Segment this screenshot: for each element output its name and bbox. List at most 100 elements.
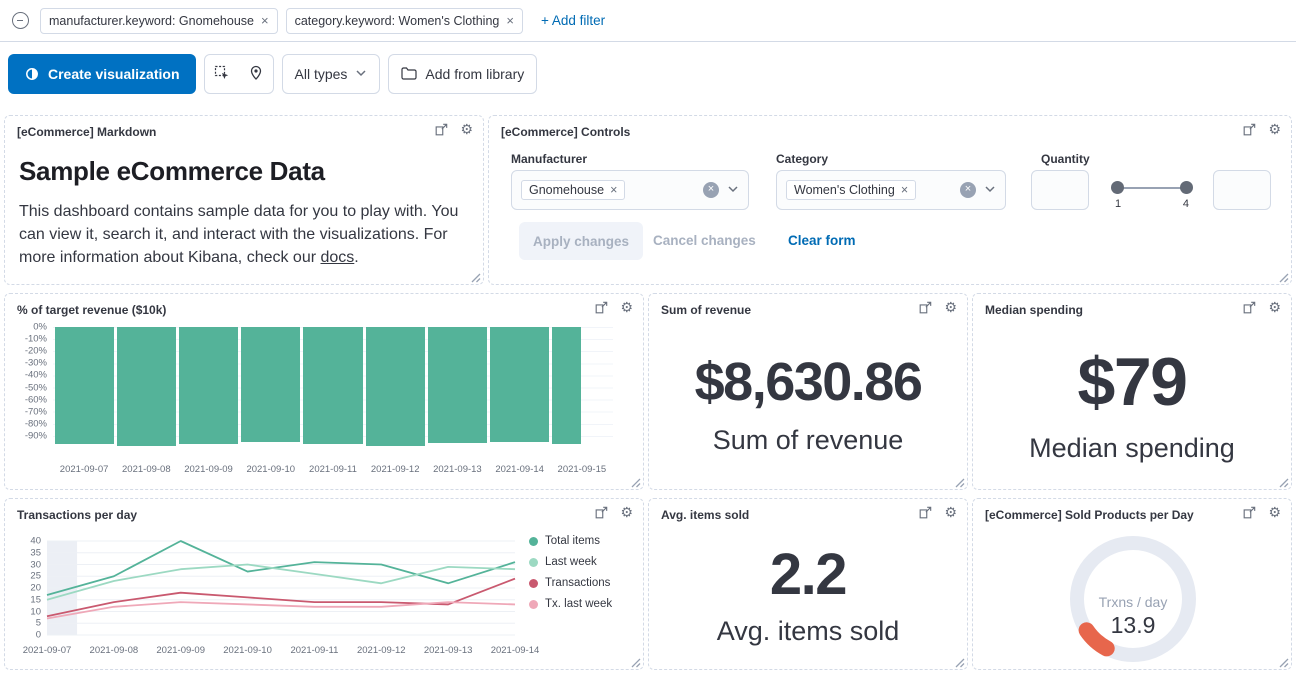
panel-type-button-group bbox=[204, 54, 274, 94]
legend-dot-icon bbox=[529, 600, 538, 609]
gauge-value: 13.9 bbox=[1111, 612, 1156, 638]
bar[interactable] bbox=[117, 327, 176, 446]
chevron-down-icon[interactable] bbox=[727, 183, 739, 198]
bar[interactable] bbox=[55, 327, 114, 444]
manufacturer-selected-pill[interactable]: Gnomehouse × bbox=[521, 180, 625, 200]
x-axis-label: 2021-09-11 bbox=[302, 464, 364, 475]
save-to-library-icon[interactable] bbox=[1242, 301, 1256, 315]
y-axis-label: 10 bbox=[30, 606, 41, 617]
save-to-library-icon[interactable] bbox=[434, 123, 448, 137]
panel-resize-handle[interactable] bbox=[469, 271, 481, 283]
bar[interactable] bbox=[490, 327, 549, 442]
filter-pill-manufacturer[interactable]: manufacturer.keyword: Gnomehouse × bbox=[40, 8, 278, 34]
save-to-library-icon[interactable] bbox=[594, 506, 608, 520]
save-to-library-icon[interactable] bbox=[594, 301, 608, 315]
clear-selection-icon[interactable]: × bbox=[703, 182, 719, 198]
legend-item[interactable]: Tx. last week bbox=[529, 598, 612, 610]
add-from-library-button[interactable]: Add from library bbox=[388, 54, 537, 94]
bar-plot bbox=[53, 327, 613, 448]
panel-avg-items[interactable]: Avg. items sold ⚙ 2.2 Avg. items sold bbox=[648, 498, 968, 670]
create-visualization-button[interactable]: Create visualization bbox=[8, 54, 196, 94]
y-axis-label: -40% bbox=[25, 370, 47, 381]
bar[interactable] bbox=[303, 327, 362, 444]
add-filter-link[interactable]: + Add filter bbox=[541, 13, 605, 28]
panel-resize-handle[interactable] bbox=[953, 476, 965, 488]
legend-item[interactable]: Last week bbox=[529, 556, 612, 568]
panel-resize-handle[interactable] bbox=[1277, 271, 1289, 283]
panel-resize-handle[interactable] bbox=[953, 656, 965, 668]
category-selected-pill[interactable]: Women's Clothing × bbox=[786, 180, 916, 200]
bar[interactable] bbox=[366, 327, 425, 446]
x-axis-label: 2021-09-13 bbox=[426, 464, 488, 475]
add-map-button[interactable] bbox=[239, 55, 273, 93]
remove-option-icon[interactable]: × bbox=[610, 183, 617, 197]
panel-settings-gear-icon[interactable]: ⚙ bbox=[1268, 505, 1281, 520]
x-axis-label: 2021-09-14 bbox=[489, 464, 551, 475]
slider-handle-max[interactable] bbox=[1180, 181, 1193, 194]
panel-resize-handle[interactable] bbox=[1277, 656, 1289, 668]
legend-item[interactable]: Total items bbox=[529, 535, 612, 547]
panel-settings-gear-icon[interactable]: ⚙ bbox=[620, 300, 633, 315]
line-ylabels: 0510152025303540 bbox=[9, 541, 41, 635]
quantity-min-input[interactable] bbox=[1031, 170, 1089, 210]
panel-settings-gear-icon[interactable]: ⚙ bbox=[1268, 300, 1281, 315]
manufacturer-combobox[interactable]: Gnomehouse × × bbox=[511, 170, 749, 210]
panel-resize-handle[interactable] bbox=[629, 476, 641, 488]
legend-dot-icon bbox=[529, 558, 538, 567]
panel-title: % of target revenue ($10k) bbox=[17, 303, 166, 317]
x-axis-label: 2021-09-09 bbox=[177, 464, 239, 475]
panel-sum-revenue[interactable]: Sum of revenue ⚙ $8,630.86 Sum of revenu… bbox=[648, 293, 968, 490]
line-series-transactions[interactable] bbox=[47, 579, 515, 617]
x-axis-label: 2021-09-14 bbox=[491, 645, 540, 656]
clear-form-link[interactable]: Clear form bbox=[788, 233, 856, 248]
slider-handle-min[interactable] bbox=[1111, 181, 1124, 194]
legend-item[interactable]: Transactions bbox=[529, 577, 612, 589]
remove-option-icon[interactable]: × bbox=[901, 183, 908, 197]
panel-settings-gear-icon[interactable]: ⚙ bbox=[1268, 122, 1281, 137]
bar[interactable] bbox=[179, 327, 238, 444]
quantity-max-input[interactable] bbox=[1213, 170, 1271, 210]
gauge-indicator bbox=[1087, 630, 1107, 648]
save-to-library-icon[interactable] bbox=[918, 506, 932, 520]
remove-filter-icon[interactable]: × bbox=[261, 13, 269, 28]
all-types-dropdown[interactable]: All types bbox=[282, 54, 381, 94]
x-axis-label: 2021-09-15 bbox=[551, 464, 613, 475]
legend-label: Tx. last week bbox=[545, 598, 612, 610]
y-axis-label: -70% bbox=[25, 406, 47, 417]
bar[interactable] bbox=[552, 327, 580, 444]
panel-controls[interactable]: [eCommerce] Controls ⚙ Manufacturer Cate… bbox=[488, 115, 1292, 285]
lens-icon bbox=[24, 66, 40, 82]
panel-target-revenue[interactable]: % of target revenue ($10k) ⚙ 0%-10%-20%-… bbox=[4, 293, 644, 490]
save-to-library-icon[interactable] bbox=[1242, 123, 1256, 137]
cancel-changes-button[interactable]: Cancel changes bbox=[653, 233, 756, 248]
save-to-library-icon[interactable] bbox=[1242, 506, 1256, 520]
apply-changes-button[interactable]: Apply changes bbox=[519, 222, 643, 260]
select-panel-button[interactable] bbox=[205, 55, 239, 93]
panel-settings-gear-icon[interactable]: ⚙ bbox=[944, 300, 957, 315]
filter-pill-category[interactable]: category.keyword: Women's Clothing × bbox=[286, 8, 523, 34]
remove-filter-icon[interactable]: × bbox=[506, 13, 514, 28]
clear-selection-icon[interactable]: × bbox=[960, 182, 976, 198]
panel-resize-handle[interactable] bbox=[1277, 476, 1289, 488]
bar[interactable] bbox=[428, 327, 487, 443]
panel-settings-gear-icon[interactable]: ⚙ bbox=[944, 505, 957, 520]
bar[interactable] bbox=[241, 327, 300, 442]
chevron-down-icon[interactable] bbox=[984, 183, 996, 198]
bar-column bbox=[240, 327, 302, 448]
panel-settings-gear-icon[interactable]: ⚙ bbox=[460, 122, 473, 137]
panel-transactions[interactable]: Transactions per day ⚙ 0510152025303540 … bbox=[4, 498, 644, 670]
panel-median-spending[interactable]: Median spending ⚙ $79 Median spending bbox=[972, 293, 1292, 490]
docs-link[interactable]: docs bbox=[321, 249, 355, 266]
panel-sold-products[interactable]: [eCommerce] Sold Products per Day ⚙ Trxn… bbox=[972, 498, 1292, 670]
y-axis-label: -20% bbox=[25, 346, 47, 357]
filter-set-menu-button[interactable] bbox=[8, 9, 32, 33]
bar-column bbox=[489, 327, 551, 448]
slider-min-value: 1 bbox=[1115, 198, 1121, 210]
save-to-library-icon[interactable] bbox=[918, 301, 932, 315]
dashboard-toolbar: Create visualization All types Add from … bbox=[0, 42, 1296, 106]
panel-markdown[interactable]: [eCommerce] Markdown ⚙ Sample eCommerce … bbox=[4, 115, 484, 285]
bar-column bbox=[53, 327, 115, 448]
panel-settings-gear-icon[interactable]: ⚙ bbox=[620, 505, 633, 520]
category-combobox[interactable]: Women's Clothing × × bbox=[776, 170, 1006, 210]
panel-resize-handle[interactable] bbox=[629, 656, 641, 668]
